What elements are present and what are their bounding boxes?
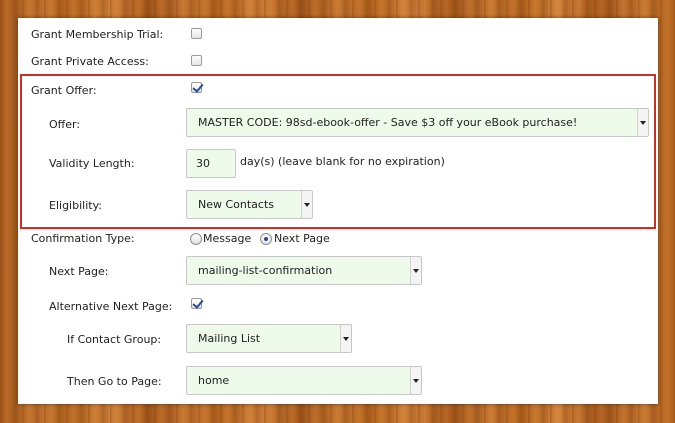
then-go-to-page-select-value: home xyxy=(198,374,230,387)
confirmation-type-next-page-radio[interactable] xyxy=(260,233,272,245)
then-go-to-page-label: Then Go to Page: xyxy=(67,375,162,388)
validity-length-label: Validity Length: xyxy=(49,157,135,170)
form-panel: Grant Membership Trial: Grant Private Ac… xyxy=(18,18,658,404)
chevron-down-icon xyxy=(637,109,648,136)
confirmation-type-next-page-label: Next Page xyxy=(274,232,330,245)
grant-membership-trial-label: Grant Membership Trial: xyxy=(31,28,164,41)
then-go-to-page-select[interactable]: home xyxy=(186,366,422,395)
grant-offer-checkbox[interactable] xyxy=(191,82,202,93)
validity-length-hint: day(s) (leave blank for no expiration) xyxy=(240,155,445,168)
alternative-next-page-checkbox[interactable] xyxy=(191,298,202,309)
next-page-select-value: mailing-list-confirmation xyxy=(198,264,333,277)
confirmation-type-message-radio[interactable] xyxy=(190,233,202,245)
next-page-label: Next Page: xyxy=(49,265,109,278)
if-contact-group-label: If Contact Group: xyxy=(67,333,162,346)
validity-length-value: 30 xyxy=(196,157,210,170)
offer-label: Offer: xyxy=(49,118,81,131)
grant-offer-label: Grant Offer: xyxy=(31,84,97,97)
eligibility-label: Eligibility: xyxy=(49,199,102,212)
eligibility-select[interactable]: New Contacts xyxy=(186,190,313,219)
chevron-down-icon xyxy=(410,257,421,284)
chevron-down-icon xyxy=(410,367,421,394)
chevron-down-icon xyxy=(301,191,312,218)
if-contact-group-select[interactable]: Mailing List xyxy=(186,324,352,353)
confirmation-type-label: Confirmation Type: xyxy=(31,232,135,245)
grant-private-access-checkbox[interactable] xyxy=(191,55,202,66)
validity-length-input[interactable]: 30 xyxy=(186,149,236,178)
confirmation-type-message-label: Message xyxy=(203,232,252,245)
alternative-next-page-label: Alternative Next Page: xyxy=(49,300,173,313)
offer-select[interactable]: MASTER CODE: 98sd-ebook-offer - Save $3 … xyxy=(186,108,649,137)
grant-private-access-label: Grant Private Access: xyxy=(31,55,149,68)
chevron-down-icon xyxy=(340,325,351,352)
grant-offer-highlight-box xyxy=(20,74,656,229)
offer-select-value: MASTER CODE: 98sd-ebook-offer - Save $3 … xyxy=(198,116,578,129)
if-contact-group-select-value: Mailing List xyxy=(198,332,261,345)
next-page-select[interactable]: mailing-list-confirmation xyxy=(186,256,422,285)
grant-membership-trial-checkbox[interactable] xyxy=(191,28,202,39)
eligibility-select-value: New Contacts xyxy=(198,198,275,211)
